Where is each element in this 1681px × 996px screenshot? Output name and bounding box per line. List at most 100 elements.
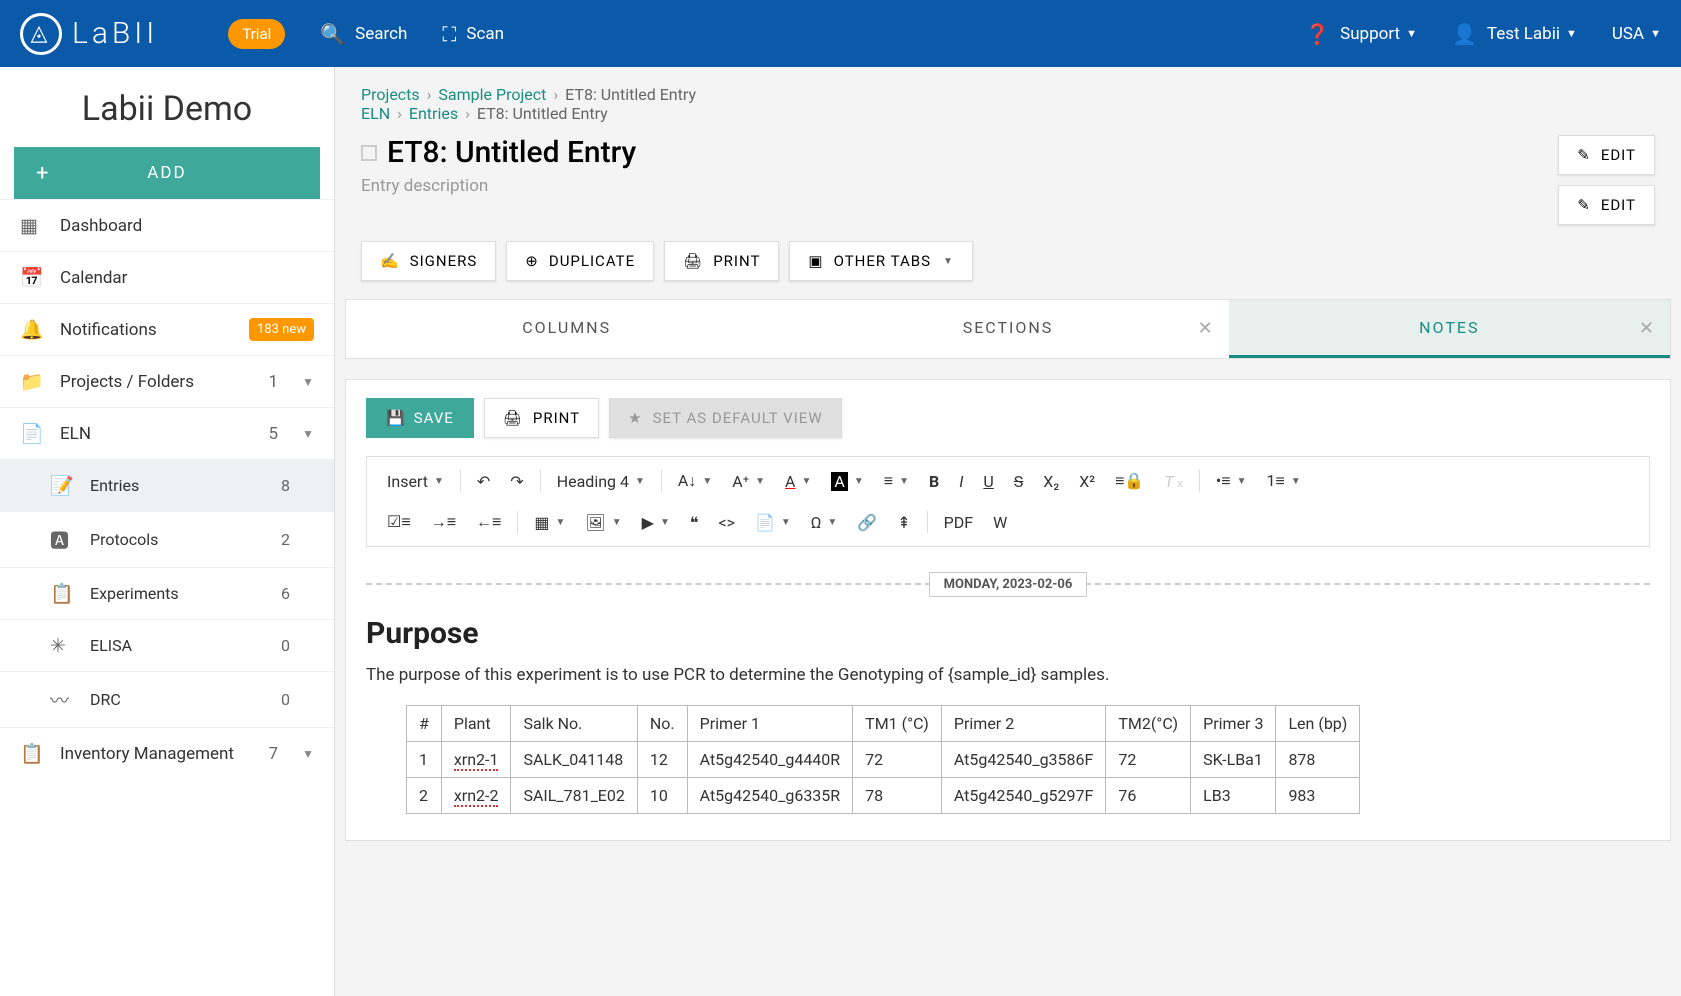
data-table: # Plant Salk No. No. Primer 1 TM1 (°C) P…	[406, 705, 1360, 814]
checkbox-icon[interactable]	[361, 145, 377, 161]
align-menu[interactable]: ≡▼	[876, 465, 917, 497]
add-button[interactable]: + ADD	[14, 147, 320, 199]
dashboard-icon: ▦	[20, 214, 46, 237]
underline-button[interactable]: U	[975, 466, 1001, 497]
heading-menu[interactable]: Heading 4▼	[549, 466, 653, 497]
logo[interactable]: ◬ LaBII	[20, 13, 158, 55]
italic-button[interactable]: I	[951, 466, 971, 497]
sidebar-item-dashboard[interactable]: ▦ Dashboard	[0, 199, 334, 251]
caret-down-icon: ▼	[1650, 27, 1661, 40]
search-button[interactable]: 🔍 Search	[320, 22, 407, 46]
checklist-button[interactable]: ☑≡	[379, 506, 419, 538]
image-menu[interactable]: 🖼▼	[577, 507, 629, 538]
set-default-view-button[interactable]: ★SET AS DEFAULT VIEW	[609, 398, 842, 438]
region-menu[interactable]: USA ▼	[1612, 24, 1661, 44]
chevron-down-icon: ▼	[302, 427, 314, 441]
superscript-button[interactable]: X²	[1071, 466, 1103, 497]
date-label: MONDAY, 2023-02-06	[929, 572, 1088, 597]
number-list-menu[interactable]: 1≡▼	[1259, 465, 1309, 497]
tabs: COLUMNS SECTIONS ✕ NOTES ✕	[345, 299, 1671, 359]
sidebar-item-notifications[interactable]: 🔔 Notifications 183 new	[0, 303, 334, 355]
editor-print-button[interactable]: 🖨PRINT	[484, 398, 599, 438]
user-menu[interactable]: 👤 Test Labii ▼	[1452, 22, 1577, 46]
other-tabs-button[interactable]: ▣OTHER TABS▼	[789, 241, 972, 281]
breadcrumb-entries[interactable]: Entries	[409, 104, 458, 123]
lock-format-button[interactable]: ≡🔒	[1107, 465, 1152, 497]
pagebreak-button[interactable]: ⇞	[889, 507, 918, 538]
tab-columns[interactable]: COLUMNS	[346, 300, 787, 358]
insert-menu[interactable]: Insert▼	[379, 466, 452, 497]
sidebar-item-protocols[interactable]: 🅰 Protocols 2	[0, 511, 334, 567]
breadcrumb-eln[interactable]: ELN	[361, 104, 390, 123]
print-icon: 🖨	[503, 409, 523, 427]
editor: 💾SAVE 🖨PRINT ★SET AS DEFAULT VIEW Insert…	[345, 379, 1671, 841]
edit-title-button[interactable]: ✎ EDIT	[1558, 135, 1655, 175]
sidebar-item-entries[interactable]: 📝 Entries 8	[0, 459, 334, 511]
caret-down-icon: ▼	[1566, 27, 1577, 40]
sidebar-item-inventory[interactable]: 📋 Inventory Management 7 ▼	[0, 727, 334, 779]
person-icon: 👤	[1452, 22, 1477, 46]
topbar: ◬ LaBII Trial 🔍 Search ⛶ Scan ❓ Support …	[0, 0, 1681, 67]
breadcrumb-sample-project[interactable]: Sample Project	[438, 85, 546, 104]
sidebar: Labii Demo + ADD ▦ Dashboard 📅 Calendar …	[0, 67, 335, 996]
tab-notes[interactable]: NOTES ✕	[1229, 300, 1670, 358]
sidebar-item-experiments[interactable]: 📋 Experiments 6	[0, 567, 334, 619]
pencil-icon: ✎	[1577, 196, 1591, 214]
qr-icon: ⛶	[442, 22, 456, 46]
indent-button[interactable]: →≡	[423, 506, 464, 538]
subscript-button[interactable]: X₂	[1035, 466, 1067, 497]
signers-button[interactable]: ✍SIGNERS	[361, 241, 496, 281]
video-menu[interactable]: ▶▼	[634, 507, 678, 538]
toolbar: Insert▼ ↶ ↷ Heading 4▼ A↓▼ A⁺▼ A▼ A▼ ≡▼ …	[366, 456, 1650, 547]
document-content[interactable]: MONDAY, 2023-02-06 Purpose The purpose o…	[346, 547, 1670, 840]
duplicate-button[interactable]: ⊕DUPLICATE	[506, 241, 654, 281]
sidebar-item-eln[interactable]: 📄 ELN 5 ▼	[0, 407, 334, 459]
font-color-menu[interactable]: A▼	[777, 466, 819, 497]
export-word-button[interactable]: W	[985, 507, 1015, 538]
table-row: 1 xrn2-1 SALK_041148 12 At5g42540_g4440R…	[407, 742, 1360, 778]
quote-button[interactable]: ❝	[682, 507, 707, 538]
print-icon: 🖨	[683, 252, 703, 270]
symbol-menu[interactable]: Ω▼	[803, 507, 846, 538]
calendar-icon: 📅	[20, 266, 46, 289]
font-size-menu[interactable]: A⁺▼	[724, 466, 773, 497]
export-pdf-button[interactable]: PDF	[936, 507, 981, 538]
scan-button[interactable]: ⛶ Scan	[442, 22, 504, 46]
bullet-list-menu[interactable]: •≡▼	[1208, 465, 1255, 497]
main-content: Projects › Sample Project › ET8: Untitle…	[335, 67, 1681, 996]
tabs-icon: ▣	[808, 252, 823, 270]
close-icon[interactable]: ✕	[1639, 318, 1656, 339]
bold-button[interactable]: B	[921, 466, 947, 497]
link-button[interactable]: 🔗	[849, 507, 885, 538]
sidebar-item-calendar[interactable]: 📅 Calendar	[0, 251, 334, 303]
undo-button[interactable]: ↶	[469, 466, 498, 497]
highlight-menu[interactable]: A▼	[823, 466, 871, 497]
trial-badge[interactable]: Trial	[228, 19, 285, 49]
code-button[interactable]: <>	[710, 507, 743, 538]
sidebar-item-elisa[interactable]: ✳ ELISA 0	[0, 619, 334, 671]
outdent-button[interactable]: ←≡	[468, 506, 509, 538]
font-family-menu[interactable]: A↓▼	[670, 465, 720, 497]
template-menu[interactable]: 📄▼	[747, 507, 799, 538]
caret-down-icon: ▼	[943, 256, 954, 267]
print-button[interactable]: 🖨PRINT	[664, 241, 779, 281]
redo-button[interactable]: ↷	[502, 466, 531, 497]
breadcrumb-current: ET8: Untitled Entry	[565, 85, 696, 104]
sidebar-item-drc[interactable]: 〰 DRC 0	[0, 671, 334, 727]
bell-icon: 🔔	[20, 318, 46, 341]
table-menu[interactable]: ▦▼	[526, 507, 573, 538]
folder-icon: 📁	[20, 370, 46, 393]
strikethrough-button[interactable]: S	[1006, 466, 1032, 497]
caret-down-icon: ▼	[1406, 27, 1417, 40]
breadcrumb-projects[interactable]: Projects	[361, 85, 420, 104]
edit-description-button[interactable]: ✎ EDIT	[1558, 185, 1655, 225]
clear-format-button[interactable]: Tₓ	[1156, 465, 1191, 497]
help-button[interactable]: ❓ Support ▼	[1305, 22, 1417, 46]
save-button[interactable]: 💾SAVE	[366, 398, 474, 438]
org-title[interactable]: Labii Demo	[0, 67, 334, 147]
close-icon[interactable]: ✕	[1198, 318, 1215, 339]
duplicate-icon: ⊕	[525, 252, 539, 270]
document-icon: 📄	[20, 422, 46, 445]
sidebar-item-projects[interactable]: 📁 Projects / Folders 1 ▼	[0, 355, 334, 407]
tab-sections[interactable]: SECTIONS ✕	[787, 300, 1228, 358]
